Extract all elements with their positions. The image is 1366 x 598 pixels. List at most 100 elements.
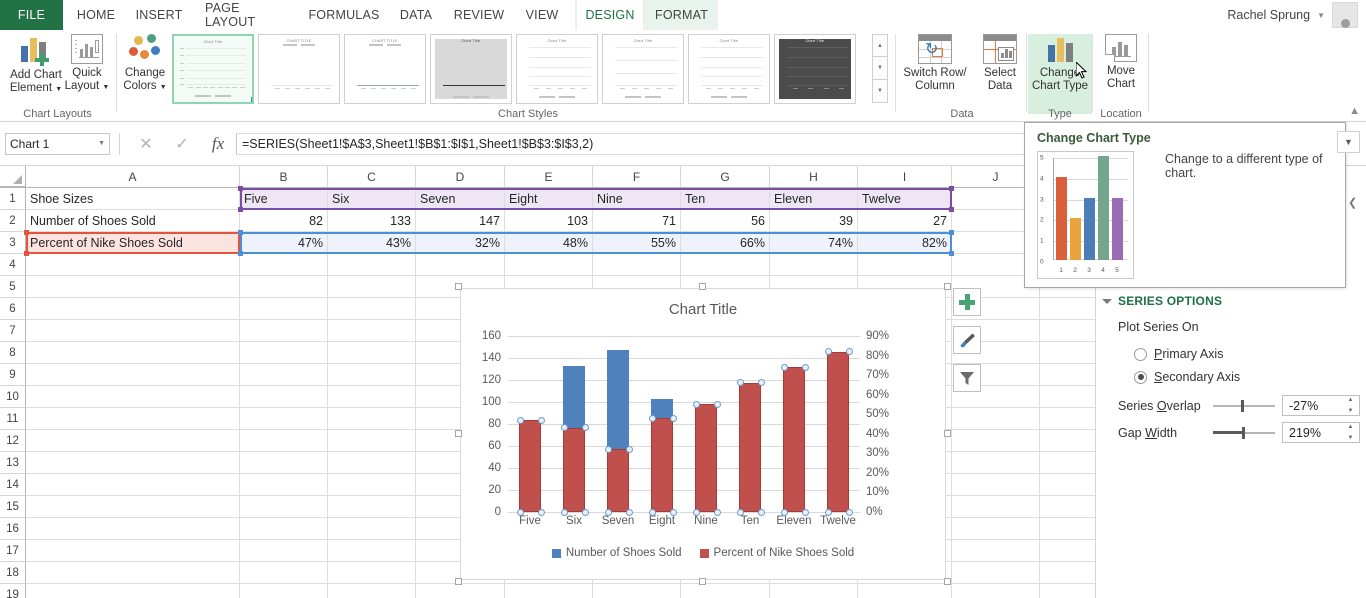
row-header-7[interactable]: 7	[0, 320, 26, 342]
cell-H19[interactable]	[770, 584, 858, 598]
cell-F1[interactable]: Nine	[593, 188, 681, 209]
cell-C10[interactable]	[328, 386, 416, 407]
move-chart-button[interactable]: MoveChart	[1094, 34, 1148, 91]
legend-item-number-of-shoes-sold[interactable]: Number of Shoes Sold	[552, 547, 682, 559]
column-header-A[interactable]: A	[26, 166, 240, 187]
cell-H4[interactable]	[770, 254, 858, 275]
avatar[interactable]	[1332, 2, 1358, 28]
chart-styles-gallery[interactable]: Chart Title CHART TITLE	[172, 34, 872, 108]
cell-A13[interactable]	[26, 452, 240, 473]
range-handle[interactable]	[238, 186, 243, 191]
cell-B12[interactable]	[240, 430, 328, 451]
chart-style-thumb-1[interactable]: Chart Title	[172, 34, 254, 104]
series-handle[interactable]	[626, 509, 633, 516]
series-handle[interactable]	[714, 509, 721, 516]
tab-insert[interactable]: INSERT	[128, 0, 190, 30]
cell-A19[interactable]	[26, 584, 240, 598]
cell-J18[interactable]	[952, 562, 1040, 583]
cell-C7[interactable]	[328, 320, 416, 341]
cell-A9[interactable]	[26, 364, 240, 385]
cell-B8[interactable]	[240, 342, 328, 363]
series-handle[interactable]	[758, 379, 765, 386]
gallery-scroll-controls[interactable]: ▲ ▼ ▼	[872, 34, 888, 104]
cell-A1[interactable]: Shoe Sizes	[26, 188, 240, 209]
cell-H2[interactable]: 39	[770, 210, 858, 231]
cell-A5[interactable]	[26, 276, 240, 297]
cell-D19[interactable]	[416, 584, 505, 598]
series-overlap-row[interactable]: Series Overlap -27% ▲▼	[1118, 395, 1360, 416]
cell-A8[interactable]	[26, 342, 240, 363]
cell-C2[interactable]: 133	[328, 210, 416, 231]
chart-style-thumb-8[interactable]: Chart Title	[774, 34, 856, 104]
cell-D3[interactable]: 32%	[416, 232, 505, 253]
cell-J16[interactable]	[952, 518, 1040, 539]
cell-D2[interactable]: 147	[416, 210, 505, 231]
row-header-2[interactable]: 2	[0, 210, 26, 232]
chart-object[interactable]: Chart Title 0 20 40 60 80 100 120 140 16…	[460, 288, 946, 580]
category-axis[interactable]: Five Six Seven Eight Nine Ten Eleven Twe…	[508, 515, 860, 531]
row-header-9[interactable]: 9	[0, 364, 26, 386]
gallery-more-button[interactable]: ▼	[872, 80, 888, 103]
row-header-16[interactable]: 16	[0, 518, 26, 540]
cell-J13[interactable]	[952, 452, 1040, 473]
cell-B5[interactable]	[240, 276, 328, 297]
panel-collapse-icon[interactable]: ❮	[1348, 196, 1357, 209]
cell-A6[interactable]	[26, 298, 240, 319]
cell-B18[interactable]	[240, 562, 328, 583]
row-header-18[interactable]: 18	[0, 562, 26, 584]
cell-C9[interactable]	[328, 364, 416, 385]
chart-title[interactable]: Chart Title	[461, 301, 945, 318]
cell-B17[interactable]	[240, 540, 328, 561]
bar-red-twelve[interactable]	[827, 352, 849, 512]
range-handle[interactable]	[238, 207, 243, 212]
cell-B11[interactable]	[240, 408, 328, 429]
column-header-H[interactable]: H	[770, 166, 858, 187]
enter-formula-icon[interactable]: ✓	[164, 134, 200, 154]
series-handle[interactable]	[582, 509, 589, 516]
gap-width-slider[interactable]	[1213, 427, 1275, 439]
cell-C16[interactable]	[328, 518, 416, 539]
cell-B7[interactable]	[240, 320, 328, 341]
cell-C14[interactable]	[328, 474, 416, 495]
column-header-C[interactable]: C	[328, 166, 416, 187]
chart-style-thumb-6[interactable]: Chart Title	[602, 34, 684, 104]
range-handle[interactable]	[238, 230, 243, 235]
series-overlap-slider[interactable]	[1213, 400, 1275, 412]
name-box[interactable]: Chart 1 ▼	[5, 133, 110, 155]
cell-F2[interactable]: 71	[593, 210, 681, 231]
series-handle[interactable]	[714, 401, 721, 408]
tab-design[interactable]: DESIGN	[577, 0, 643, 30]
cell-J12[interactable]	[952, 430, 1040, 451]
cell-I4[interactable]	[858, 254, 952, 275]
legend-item-percent-of-nike-shoes-sold[interactable]: Percent of Nike Shoes Sold	[700, 547, 855, 559]
cell-F3[interactable]: 55%	[593, 232, 681, 253]
account-chevron-down-icon[interactable]: ▼	[1317, 11, 1325, 20]
switch-row-column-button[interactable]: ↻ Switch Row/Column	[898, 34, 972, 93]
chart-filters-button[interactable]	[953, 364, 981, 392]
row-header-10[interactable]: 10	[0, 386, 26, 408]
cell-B10[interactable]	[240, 386, 328, 407]
cell-H3[interactable]: 74%	[770, 232, 858, 253]
chart-style-thumb-4[interactable]: Chart Title	[430, 34, 512, 104]
cell-C15[interactable]	[328, 496, 416, 517]
select-all-corner[interactable]	[0, 166, 26, 187]
cell-G1[interactable]: Ten	[681, 188, 770, 209]
series-handle[interactable]	[693, 509, 700, 516]
account-area[interactable]: Rachel Sprung ▼	[1227, 0, 1366, 30]
tab-data[interactable]: DATA	[390, 0, 442, 30]
cell-E1[interactable]: Eight	[505, 188, 593, 209]
cell-B13[interactable]	[240, 452, 328, 473]
panel-dropdown-chevron-icon[interactable]: ▼	[1337, 131, 1360, 153]
gap-width-spinner[interactable]: 219% ▲▼	[1282, 422, 1360, 443]
series-handle[interactable]	[781, 364, 788, 371]
row-header-13[interactable]: 13	[0, 452, 26, 474]
cell-A11[interactable]	[26, 408, 240, 429]
series-handle[interactable]	[781, 509, 788, 516]
cell-B16[interactable]	[240, 518, 328, 539]
series-handle[interactable]	[649, 415, 656, 422]
series-handle[interactable]	[693, 401, 700, 408]
cell-B3[interactable]: 47%	[240, 232, 328, 253]
column-header-E[interactable]: E	[505, 166, 593, 187]
series-handle[interactable]	[737, 509, 744, 516]
primary-value-axis[interactable]: 0 20 40 60 80 100 120 140 160	[461, 336, 505, 512]
